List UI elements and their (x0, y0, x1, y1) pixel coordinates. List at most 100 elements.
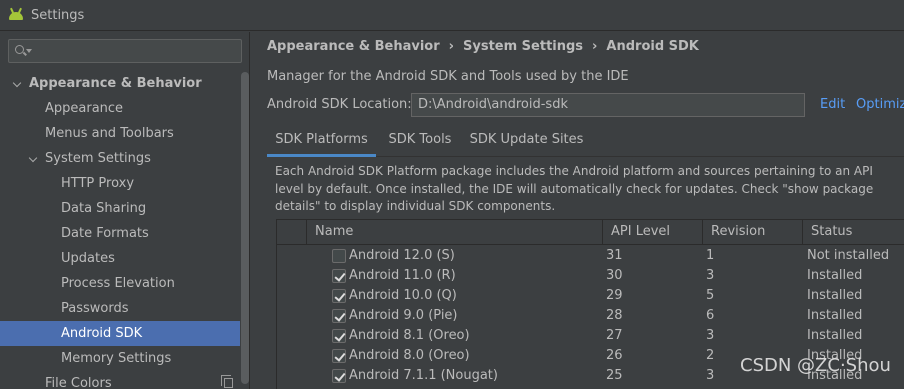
cell-name: Android 8.1 (Oreo) (349, 328, 470, 343)
cell-name: Android 9.0 (Pie) (349, 308, 458, 323)
cell-revision: 3 (706, 328, 715, 343)
search-input[interactable] (8, 39, 242, 63)
settings-sidebar: Appearance & Behavior Appearance Menus and… (0, 32, 250, 389)
sidebar-item-date-formats[interactable]: Date Formats (0, 221, 240, 246)
cell-name: Android 10.0 (Q) (349, 288, 457, 303)
search-history-caret-icon[interactable] (26, 49, 32, 53)
install-checkbox[interactable] (332, 269, 346, 283)
sdk-location-field[interactable]: D:\Android\android-sdk (411, 93, 805, 117)
table-row[interactable]: Android 12.0 (S) 31 1 Not installed (277, 246, 904, 266)
sidebar-item-label: Updates (61, 251, 115, 266)
cell-status: Installed (807, 328, 863, 343)
sidebar-item-appearance-behavior[interactable]: Appearance & Behavior (0, 71, 240, 96)
settings-content: Appearance & Behavior › System Settings … (251, 32, 904, 389)
cell-name: Android 7.1.1 (Nougat) (349, 368, 498, 383)
install-checkbox[interactable] (332, 349, 346, 363)
cell-revision: 6 (706, 308, 715, 323)
sidebar-item-label: System Settings (45, 151, 151, 166)
cell-api-level: 27 (606, 328, 623, 343)
breadcrumb-item: Appearance & Behavior (267, 38, 440, 54)
cell-api-level: 30 (606, 268, 623, 283)
table-row[interactable]: Android 11.0 (R) 30 3 Installed (277, 266, 904, 286)
cell-api-level: 28 (606, 308, 623, 323)
search-icon[interactable] (15, 45, 24, 54)
cell-api-level: 25 (606, 368, 623, 383)
table-row[interactable]: Android 9.0 (Pie) 28 6 Installed (277, 306, 904, 326)
cell-status: Not installed (807, 248, 890, 263)
sidebar-item-system-settings[interactable]: System Settings (0, 146, 240, 171)
cell-revision: 3 (706, 368, 715, 383)
table-header: Name API Level Revision Status (277, 220, 904, 245)
sidebar-item-process-elevation[interactable]: Process Elevation (0, 271, 240, 296)
window-title: Settings (31, 7, 85, 23)
cell-revision: 1 (706, 248, 715, 263)
column-header-status[interactable]: Status (802, 220, 904, 245)
sidebar-item-label: Process Elevation (61, 276, 175, 291)
sidebar-item-android-sdk[interactable]: Android SDK (0, 321, 240, 346)
breadcrumb-separator: › (448, 38, 454, 54)
sidebar-item-menus-and-toolbars[interactable]: Menus and Toolbars (0, 121, 240, 146)
tab-sdk-platforms[interactable]: SDK Platforms (267, 126, 376, 157)
breadcrumb-separator: › (592, 38, 598, 54)
sidebar-item-file-colors[interactable]: File Colors (0, 371, 240, 389)
breadcrumb-item: Android SDK (606, 38, 699, 54)
tab-sdk-update-sites[interactable]: SDK Update Sites (465, 126, 588, 157)
platforms-info-text: Each Android SDK Platform package includ… (275, 163, 875, 216)
chevron-down-icon[interactable] (12, 78, 22, 88)
sidebar-item-label: Android SDK (61, 326, 143, 341)
install-checkbox[interactable] (332, 289, 346, 303)
page-description: Manager for the Android SDK and Tools us… (267, 69, 629, 84)
settings-tree: Appearance & Behavior Appearance Menus and… (0, 71, 240, 389)
cell-status: Installed (807, 288, 863, 303)
cell-status: Installed (807, 308, 863, 323)
column-header-api-level[interactable]: API Level (602, 220, 702, 245)
cell-api-level: 26 (606, 348, 623, 363)
info-line: details" to display individual SDK compo… (275, 199, 556, 213)
table-row[interactable]: Android 10.0 (Q) 29 5 Installed (277, 286, 904, 306)
edit-link[interactable]: Edit (820, 97, 845, 112)
column-header-checkbox[interactable] (277, 220, 306, 245)
cell-name: Android 8.0 (Oreo) (349, 348, 470, 363)
cell-name: Android 12.0 (S) (349, 248, 455, 263)
sidebar-item-memory-settings[interactable]: Memory Settings (0, 346, 240, 371)
install-checkbox[interactable] (332, 249, 346, 263)
sidebar-item-label: Passwords (61, 301, 129, 316)
sidebar-item-label: Memory Settings (61, 351, 172, 366)
sidebar-item-updates[interactable]: Updates (0, 246, 240, 271)
column-header-revision[interactable]: Revision (702, 220, 802, 245)
cell-status: Installed (807, 268, 863, 283)
sidebar-item-label: Menus and Toolbars (45, 126, 174, 141)
project-level-icon (221, 375, 233, 388)
breadcrumb-item: System Settings (463, 38, 584, 54)
chevron-down-icon[interactable] (28, 153, 38, 163)
sidebar-item-data-sharing[interactable]: Data Sharing (0, 196, 240, 221)
sidebar-item-appearance[interactable]: Appearance (0, 96, 240, 121)
tab-sdk-tools[interactable]: SDK Tools (377, 126, 463, 157)
sidebar-item-http-proxy[interactable]: HTTP Proxy (0, 171, 240, 196)
optimize-link[interactable]: Optimize (856, 97, 904, 112)
sidebar-item-label: Data Sharing (61, 201, 147, 216)
cell-revision: 5 (706, 288, 715, 303)
sidebar-item-label: Appearance & Behavior (29, 76, 202, 91)
sidebar-item-label: File Colors (45, 376, 112, 389)
cell-api-level: 31 (606, 248, 623, 263)
sidebar-item-label: Appearance (45, 101, 124, 116)
breadcrumb: Appearance & Behavior › System Settings … (267, 38, 699, 54)
info-line: Each Android SDK Platform package includ… (275, 164, 873, 178)
sdk-tabs: SDK Platforms SDK Tools SDK Update Sites (267, 126, 904, 157)
cell-api-level: 29 (606, 288, 623, 303)
column-header-name[interactable]: Name (306, 220, 602, 245)
install-checkbox[interactable] (332, 309, 346, 323)
sidebar-item-label: HTTP Proxy (61, 176, 135, 191)
android-icon (8, 7, 24, 22)
sidebar-scrollbar[interactable] (241, 72, 249, 384)
title-bar: Settings (0, 0, 904, 31)
sdk-location-label: Android SDK Location: (267, 97, 412, 112)
sidebar-item-passwords[interactable]: Passwords (0, 296, 240, 321)
cell-revision: 3 (706, 268, 715, 283)
cell-name: Android 11.0 (R) (349, 268, 456, 283)
table-row[interactable]: Android 8.1 (Oreo) 27 3 Installed (277, 326, 904, 346)
install-checkbox[interactable] (332, 369, 346, 383)
watermark: CSDN @ZC·Shou (740, 355, 891, 376)
install-checkbox[interactable] (332, 329, 346, 343)
